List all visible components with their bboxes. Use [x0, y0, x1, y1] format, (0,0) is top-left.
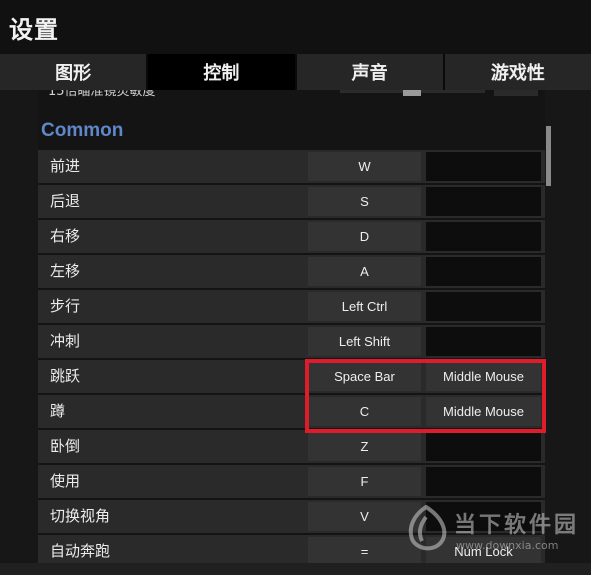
scope-sensitivity-row: 15倍瞄准镜灵敏度 50 [38, 90, 545, 102]
binding-row: 冲刺 Left Shift [38, 325, 545, 358]
binding-action-label: 跳跃 [50, 367, 81, 385]
header: 设置 [0, 0, 591, 54]
binding-row: 蹲 CMiddle Mouse Button [38, 395, 545, 448]
secondary-key-button[interactable] [426, 292, 541, 321]
primary-key-button[interactable]: C [308, 397, 421, 426]
tab-bar: 图形 控制 声音 游戏性 [0, 54, 591, 90]
footer-bar [0, 563, 591, 575]
binding-row: 步行 Left Ctrl [38, 290, 545, 323]
binding-action-label: 使用 [50, 472, 81, 490]
binding-row: 左移 A [38, 255, 545, 288]
primary-key-button[interactable]: V [308, 502, 421, 531]
binding-row: 切换视角 V [38, 500, 545, 533]
secondary-key-button[interactable] [426, 502, 541, 531]
binding-action-label: 步行 [50, 297, 81, 315]
primary-key-button[interactable]: D [308, 222, 421, 251]
primary-key-button[interactable]: A [308, 257, 421, 286]
primary-key-button[interactable]: W [308, 152, 421, 181]
tab-sound[interactable]: 声音 [296, 54, 443, 90]
binding-action-label: 左移 [50, 262, 81, 280]
binding-action-label: 右移 [50, 227, 81, 245]
binding-row: 后退 S [38, 185, 545, 218]
secondary-key-button[interactable] [426, 222, 541, 251]
primary-key-button[interactable]: S [308, 187, 421, 216]
secondary-key-button[interactable] [426, 187, 541, 216]
binding-action-label: 前进 [50, 157, 81, 175]
secondary-key-button[interactable]: Num Lock [426, 537, 541, 565]
binding-row: 跳跃 Space BarMiddle Mouse Button [38, 360, 545, 413]
tab-graphics[interactable]: 图形 [0, 54, 147, 90]
secondary-key-button[interactable]: Middle Mouse Button [426, 397, 541, 448]
sensitivity-value[interactable]: 50 [494, 90, 538, 96]
binding-action-label: 切换视角 [50, 507, 111, 525]
secondary-key-button[interactable] [426, 327, 541, 356]
settings-panel: 15倍瞄准镜灵敏度 50 Common 前进 W 后退 S 右移 D 左移 A 步行 Left C… [0, 90, 591, 575]
primary-key-button[interactable]: Z [308, 432, 421, 461]
secondary-key-button[interactable] [426, 467, 541, 496]
primary-key-button[interactable]: Left Ctrl [308, 292, 421, 321]
primary-key-button[interactable]: Space Bar [308, 362, 421, 391]
binding-row: 前进 W [38, 150, 545, 183]
binding-rows: 前进 W 后退 S 右移 D 左移 A 步行 Left Ctrl 冲刺 Left Shift 跳跃 Spa… [38, 150, 545, 565]
binding-action-label: 蹲 [50, 402, 66, 420]
primary-key-button[interactable]: Left Shift [308, 327, 421, 356]
binding-row: 使用 F [38, 465, 545, 498]
tab-controls[interactable]: 控制 [148, 54, 295, 90]
binding-action-label: 卧倒 [50, 437, 81, 455]
binding-row: 右移 D [38, 220, 545, 253]
binding-row: 自动奔跑 = Num Lock [38, 535, 545, 565]
keybinding-list: 15倍瞄准镜灵敏度 50 Common 前进 W 后退 S 右移 D 左移 A 步行 Left C… [38, 90, 545, 565]
binding-action-label: 自动奔跑 [50, 542, 111, 560]
primary-key-button[interactable]: = [308, 537, 421, 565]
section-title: Common [41, 120, 124, 141]
binding-row: 卧倒 Z [38, 430, 545, 463]
primary-key-button[interactable]: F [308, 467, 421, 496]
binding-action-label: 后退 [50, 192, 81, 210]
secondary-key-button[interactable] [426, 152, 541, 181]
secondary-key-button[interactable] [426, 432, 541, 461]
secondary-key-button[interactable] [426, 257, 541, 286]
tab-gameplay[interactable]: 游戏性 [444, 54, 591, 90]
secondary-key-button[interactable]: Middle Mouse Button [426, 362, 541, 413]
sensitivity-slider-thumb[interactable] [403, 90, 421, 96]
scrollbar[interactable] [546, 126, 551, 186]
window-title: 设置 [9, 16, 59, 44]
scope-sensitivity-label: 15倍瞄准镜灵敏度 [48, 90, 156, 99]
binding-action-label: 冲刺 [50, 332, 81, 350]
